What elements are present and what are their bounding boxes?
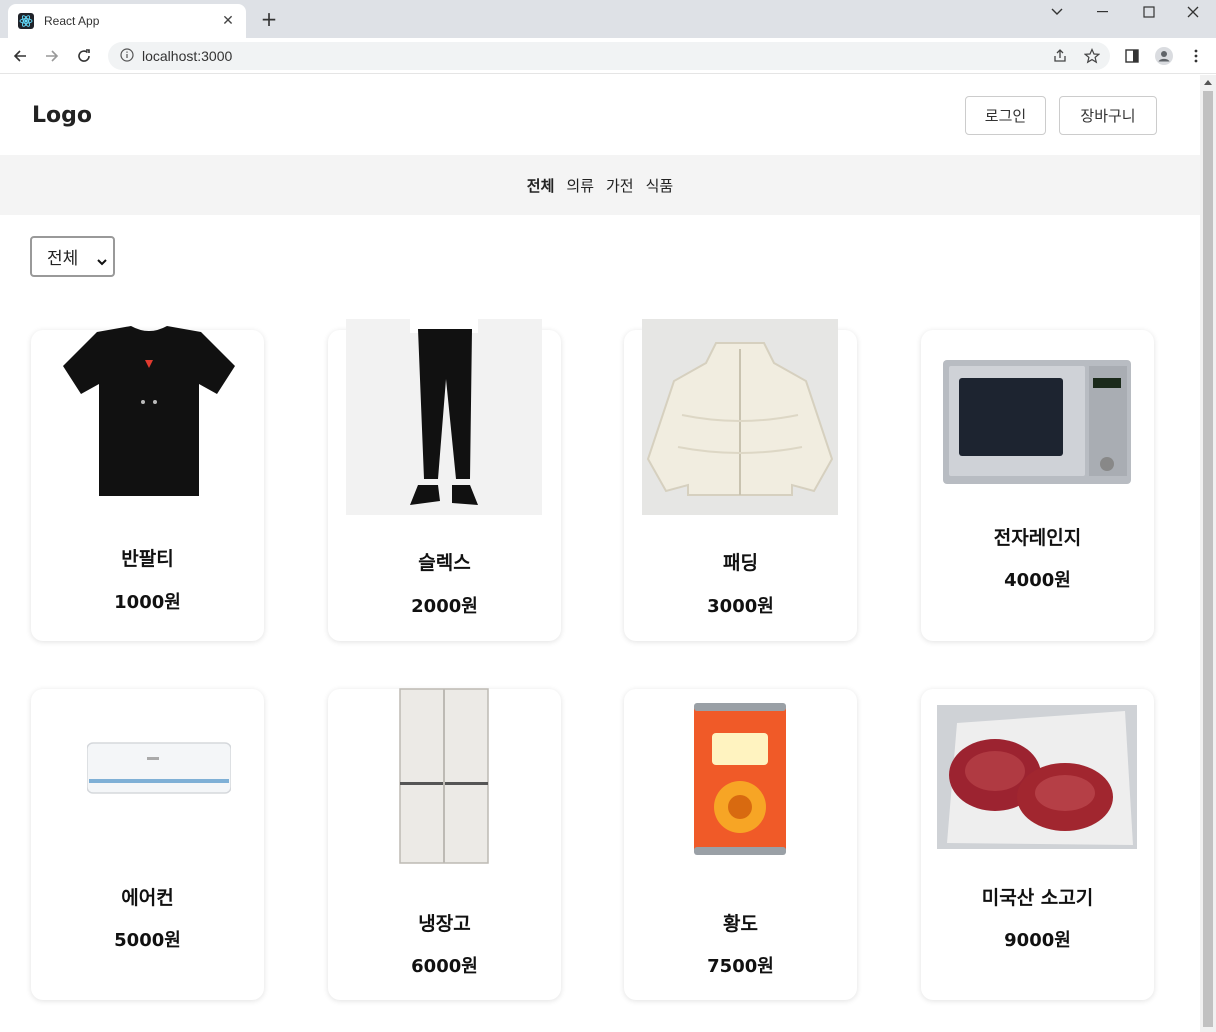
- url-text: localhost:3000: [142, 48, 233, 64]
- padding-jacket-image: [642, 319, 838, 515]
- tab-search-icon[interactable]: [1034, 0, 1080, 24]
- product-name: 미국산 소고기: [981, 887, 1094, 909]
- forward-button[interactable]: [40, 44, 64, 68]
- tab-title: React App: [44, 14, 100, 28]
- product-price: 6000원: [411, 956, 478, 977]
- back-button[interactable]: [8, 44, 32, 68]
- product-card[interactable]: 미국산 소고기 9000원: [921, 689, 1154, 1000]
- bookmark-star-icon[interactable]: [1080, 44, 1104, 68]
- product-price: 7500원: [707, 956, 774, 977]
- product-card[interactable]: 냉장고 6000원: [328, 688, 561, 1000]
- close-tab-icon[interactable]: ✕: [220, 13, 236, 29]
- profile-avatar-icon[interactable]: [1152, 44, 1176, 68]
- site-header: Logo 로그인 장바구니: [0, 75, 1200, 155]
- select-value: 전체: [47, 249, 79, 269]
- maximize-button[interactable]: [1126, 0, 1172, 24]
- refrigerator-image: [399, 688, 489, 866]
- category-food[interactable]: 식품: [646, 175, 674, 196]
- side-panel-icon[interactable]: [1120, 44, 1144, 68]
- canned-peach-image: [692, 699, 788, 859]
- product-card[interactable]: 전자레인지 4000원: [921, 330, 1154, 641]
- more-menu-icon[interactable]: [1184, 44, 1208, 68]
- product-card[interactable]: 황도 7500원: [624, 689, 857, 1000]
- category-all[interactable]: 전체: [527, 175, 555, 196]
- tshirt-image: [49, 324, 249, 510]
- info-icon[interactable]: [120, 47, 134, 66]
- react-icon: [18, 13, 34, 29]
- login-button[interactable]: 로그인: [965, 96, 1046, 135]
- site-logo[interactable]: Logo: [32, 103, 92, 128]
- cart-button[interactable]: 장바구니: [1059, 96, 1157, 135]
- product-name: 반팔티: [121, 548, 174, 570]
- product-card[interactable]: 에어컨 5000원: [31, 689, 264, 1000]
- address-bar[interactable]: localhost:3000: [108, 42, 1110, 70]
- product-name: 패딩: [723, 552, 758, 574]
- chevron-down-icon: [97, 251, 107, 271]
- scroll-up-icon[interactable]: [1204, 80, 1212, 85]
- minimize-button[interactable]: [1080, 0, 1126, 24]
- close-window-button[interactable]: [1170, 0, 1216, 24]
- product-name: 슬렉스: [418, 552, 471, 574]
- air-conditioner-image: [86, 741, 232, 797]
- browser-toolbar: localhost:3000: [0, 38, 1216, 74]
- product-price: 3000원: [707, 596, 774, 617]
- page-scrollbar[interactable]: [1200, 75, 1216, 1032]
- slacks-image: [346, 319, 542, 515]
- product-name: 황도: [723, 913, 758, 935]
- category-appliances[interactable]: 가전: [606, 175, 634, 196]
- browser-tab-bar: React App ✕ +: [0, 0, 1216, 38]
- product-card[interactable]: 패딩 3000원: [624, 319, 857, 641]
- category-select[interactable]: 전체: [30, 236, 115, 277]
- product-price: 9000원: [1004, 930, 1071, 951]
- product-card[interactable]: 슬렉스 2000원: [328, 319, 561, 641]
- category-clothing[interactable]: 의류: [566, 175, 594, 196]
- product-card[interactable]: 반팔티 1000원: [31, 326, 264, 641]
- microwave-image: [941, 356, 1133, 490]
- beef-image: [937, 705, 1137, 849]
- product-name: 에어컨: [121, 887, 174, 909]
- product-name: 전자레인지: [993, 527, 1082, 549]
- product-price: 4000원: [1004, 570, 1071, 591]
- scrollbar-thumb[interactable]: [1203, 91, 1213, 1027]
- product-price: 2000원: [411, 596, 478, 617]
- reload-button[interactable]: [72, 44, 96, 68]
- product-price: 1000원: [114, 592, 181, 613]
- share-icon[interactable]: [1048, 44, 1072, 68]
- product-name: 냉장고: [418, 913, 471, 935]
- new-tab-button[interactable]: +: [258, 8, 280, 30]
- page-viewport: Logo 로그인 장바구니 전체 의류 가전 식품 전체 반팔티 1000원 슬…: [0, 75, 1200, 1032]
- browser-tab[interactable]: React App ✕: [8, 4, 246, 38]
- category-nav: 전체 의류 가전 식품: [0, 155, 1200, 215]
- product-price: 5000원: [114, 930, 181, 951]
